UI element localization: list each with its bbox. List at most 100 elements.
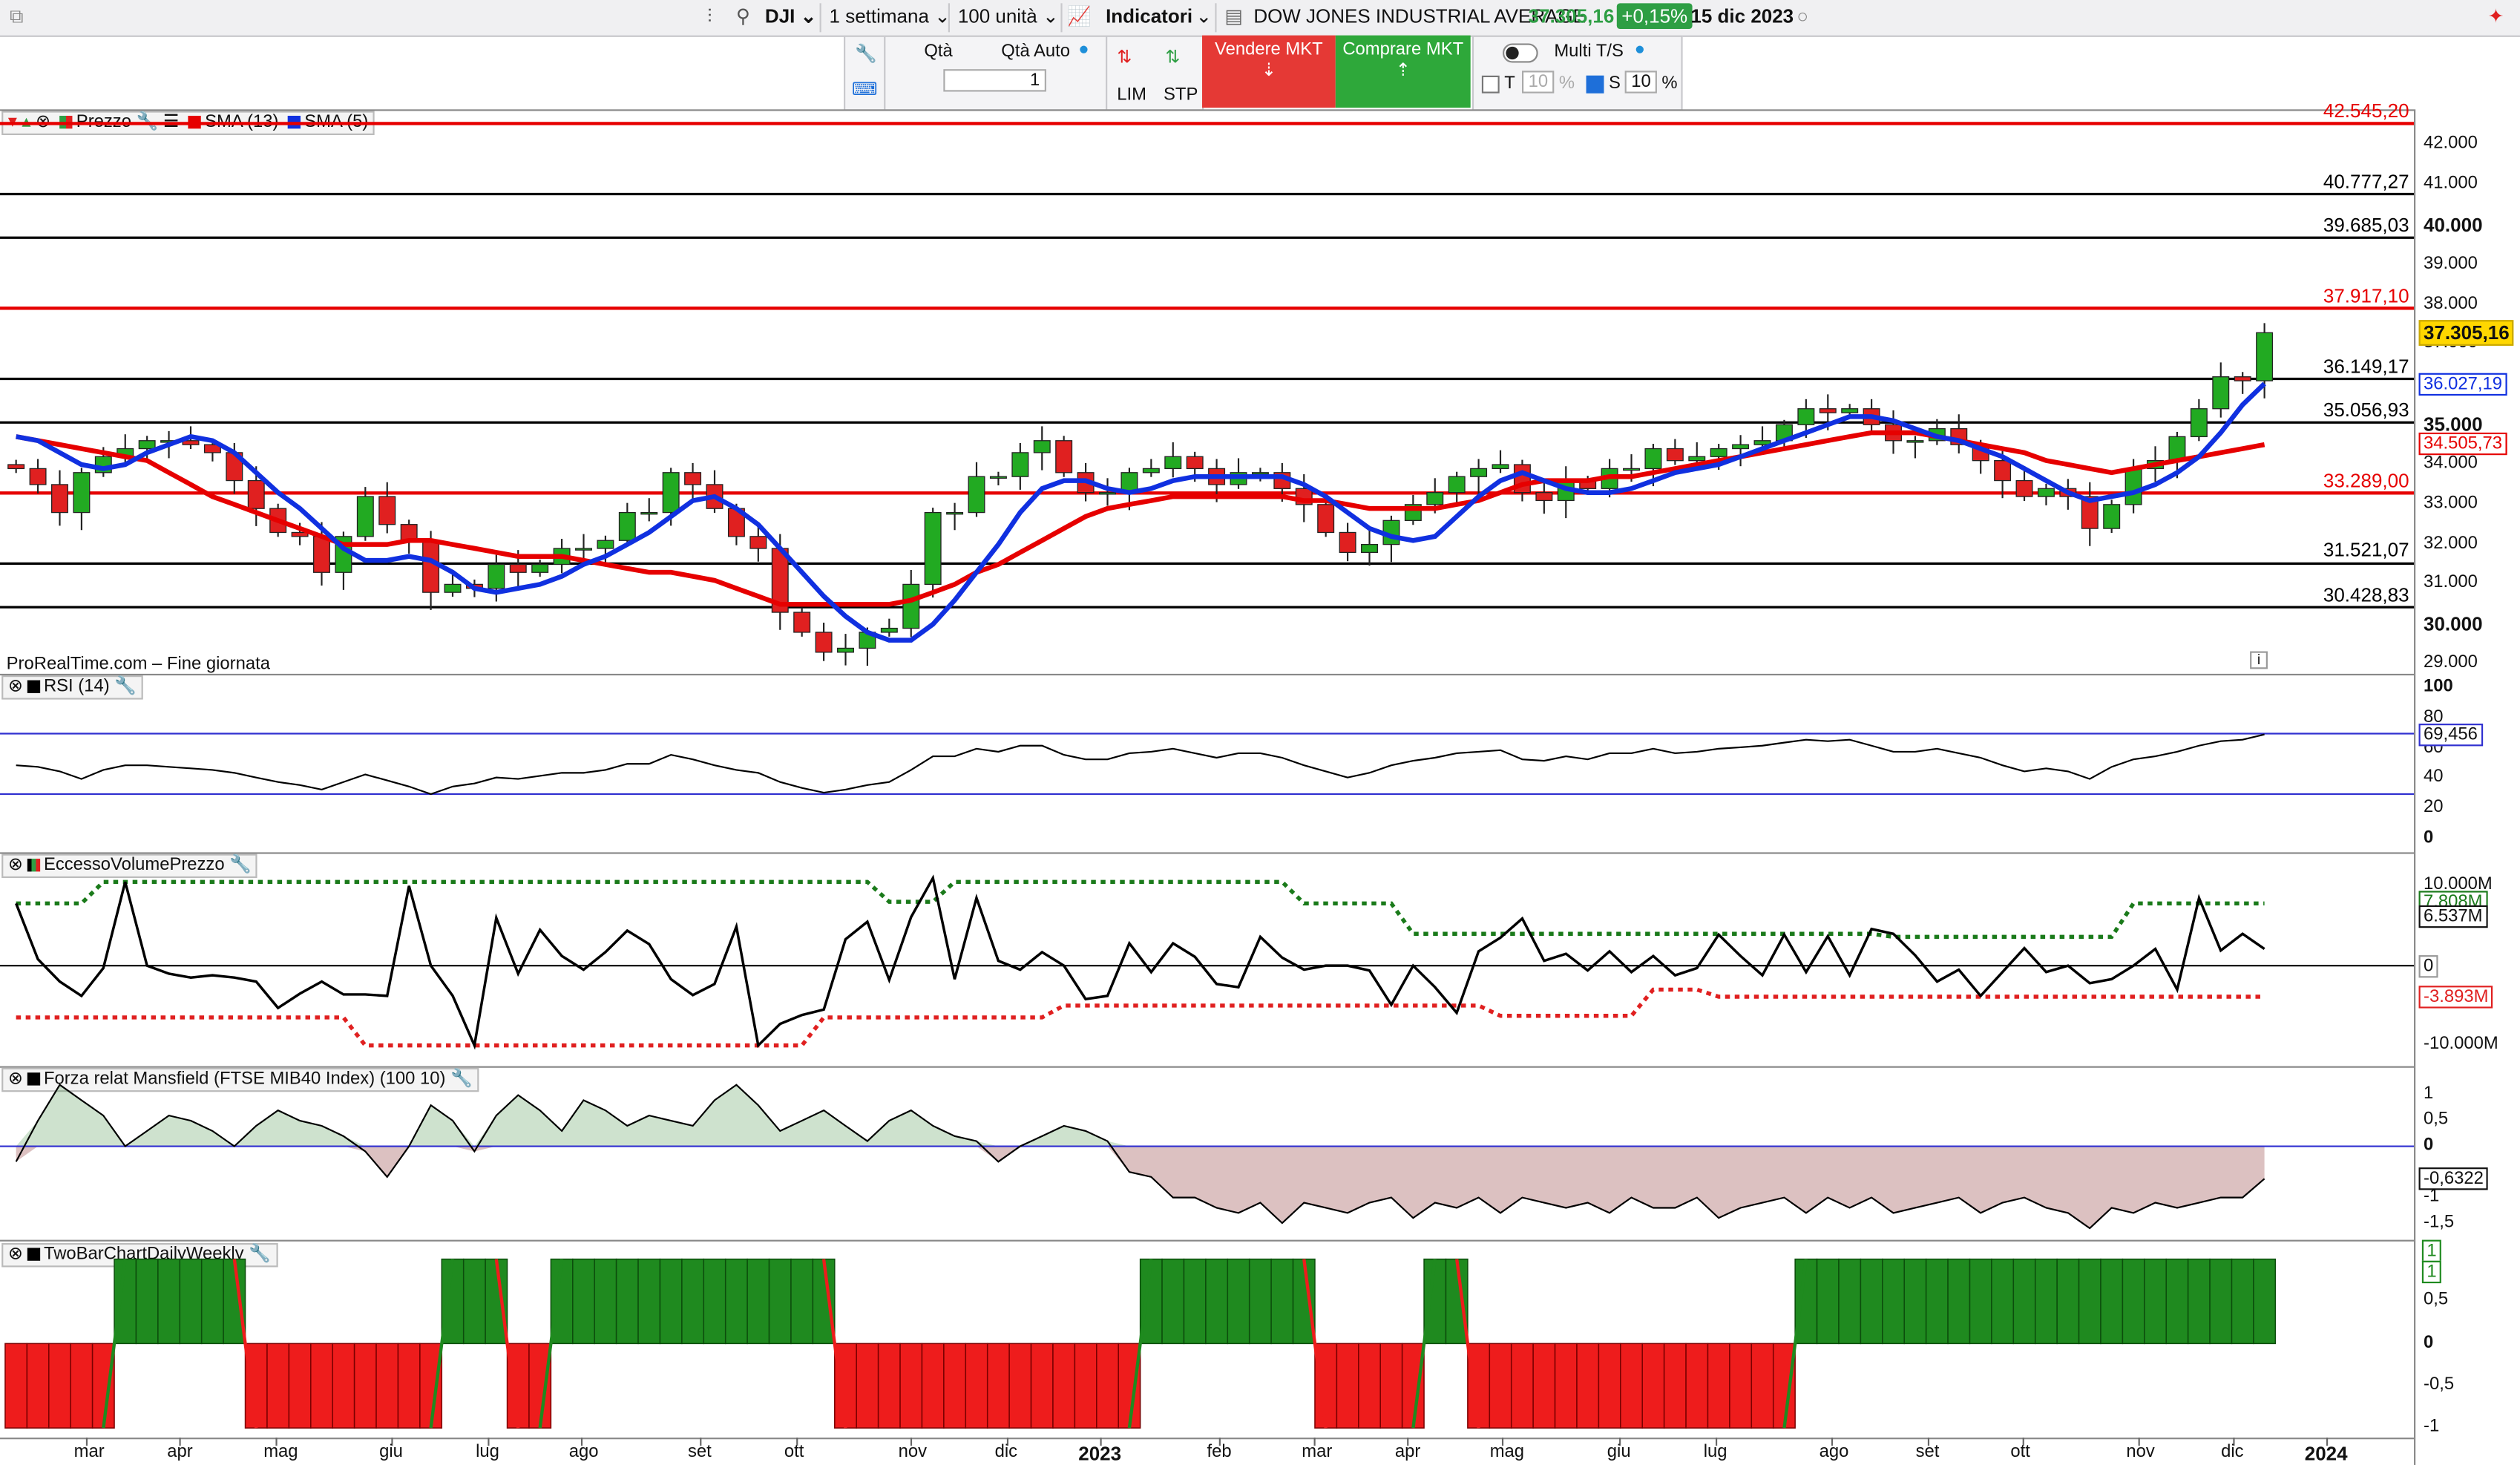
month-label: mar	[1302, 1442, 1333, 1462]
twobar-bar	[1641, 1343, 1665, 1429]
twobar-bar	[637, 1258, 661, 1345]
candle-body	[837, 647, 854, 653]
twobar-bar	[1445, 1258, 1469, 1345]
candle-body	[1732, 444, 1750, 450]
level-label: 35.056,93	[2323, 398, 2409, 421]
candle-body	[29, 468, 47, 485]
twobar-bar	[856, 1343, 879, 1429]
candle-body	[2015, 479, 2033, 497]
rsi-axis-tick: 40	[2424, 767, 2444, 787]
twobar-bar	[2122, 1258, 2145, 1345]
candle-body	[1906, 440, 1924, 443]
twobar-bar	[506, 1343, 530, 1429]
month-label: ott	[784, 1442, 804, 1462]
candle-body	[1251, 472, 1269, 475]
level-label: 37.917,10	[2323, 284, 2409, 307]
level-label: 31.521,07	[2323, 539, 2409, 563]
candle-body	[684, 472, 702, 485]
candle-body	[968, 476, 985, 514]
price-axis-tick: 29.000	[2424, 652, 2478, 672]
price-axis-tick: 38.000	[2424, 293, 2478, 313]
sma13-tag: 34.505,73	[2418, 433, 2507, 456]
rsi-tag: 69,456	[2418, 723, 2483, 746]
month-label: 2024	[2304, 1442, 2348, 1465]
twobar-bar	[1183, 1258, 1207, 1345]
candle-body	[531, 563, 549, 573]
twobar-bar	[26, 1343, 50, 1429]
twobar-bar	[1096, 1343, 1119, 1429]
twobar-bar	[747, 1258, 770, 1345]
twobar-bar	[1663, 1343, 1687, 1429]
rsi-axis-tick: 100	[2424, 677, 2453, 697]
twobar-bar	[1794, 1258, 1818, 1345]
twobar-axis-tick: 0	[2424, 1332, 2434, 1352]
rsi-axis-tick: 0	[2424, 827, 2434, 848]
twobar-bar	[1903, 1258, 1927, 1345]
mansfield-tag: -0,6322	[2418, 1167, 2489, 1190]
evp-line	[15, 874, 2265, 1050]
level-label: 36.149,17	[2323, 354, 2409, 378]
sma13-line	[16, 430, 2265, 607]
twobar-bar	[812, 1258, 836, 1345]
candle-body	[989, 476, 1007, 479]
twobar-bar	[1991, 1258, 2015, 1345]
candle-body	[1688, 456, 1706, 462]
candle-body	[422, 540, 440, 593]
rsi-line	[16, 733, 2265, 796]
month-label: dic	[994, 1442, 1018, 1462]
candle-body	[1492, 464, 1509, 470]
candle-body	[793, 612, 811, 633]
evp-upper-band	[16, 879, 2265, 940]
level-label: 40.777,27	[2323, 170, 2409, 193]
twobar-bar	[1379, 1343, 1403, 1429]
chart-canvas[interactable]	[0, 0, 2520, 1465]
month-label: lug	[1703, 1442, 1727, 1462]
month-label: dic	[2221, 1442, 2244, 1462]
twobar-bar	[1205, 1258, 1229, 1345]
twobar-bar	[70, 1343, 93, 1429]
twobar-bar	[2144, 1258, 2167, 1345]
twobar-bar	[353, 1343, 377, 1429]
candle-body	[313, 536, 330, 573]
twobar-bar	[332, 1343, 355, 1429]
candle-body	[1470, 468, 1488, 477]
candle-body	[597, 540, 614, 549]
twobar-bar	[1707, 1343, 1730, 1429]
twobar-bar	[921, 1343, 945, 1429]
candle-body	[138, 440, 156, 450]
candle-body	[2037, 488, 2055, 497]
twobar-bar	[288, 1343, 312, 1429]
twobar-tag-b: 1	[2421, 1260, 2442, 1284]
twobar-bar	[2056, 1258, 2080, 1345]
candle-body	[1317, 504, 1335, 534]
twobar-bar	[1489, 1343, 1512, 1429]
price-axis-tick: 40.000	[2424, 214, 2483, 237]
twobar-bar	[1554, 1343, 1578, 1429]
twobar-bar	[1532, 1343, 1556, 1429]
candle-body	[902, 583, 920, 629]
twobar-bar	[244, 1343, 268, 1429]
candle-body	[1164, 456, 1182, 470]
twobar-bar	[681, 1258, 705, 1345]
candle-body	[924, 511, 942, 586]
mansfield-axis-tick: 1	[2424, 1084, 2434, 1104]
twobar-bar	[834, 1343, 857, 1429]
candle-body	[946, 511, 964, 515]
twobar-bar	[397, 1343, 421, 1429]
evp-axis-tick: -10.000M	[2424, 1034, 2498, 1054]
candle-body	[2190, 408, 2208, 438]
candle-body	[1841, 408, 1859, 413]
twobar-bar	[1139, 1258, 1163, 1345]
level-label: 42.545,20	[2323, 99, 2409, 122]
twobar-bar	[1052, 1343, 1076, 1429]
price-axis-tick: 42.000	[2424, 134, 2478, 154]
twobar-bar	[1685, 1343, 1709, 1429]
candle-body	[51, 484, 68, 514]
twobar-bar	[1008, 1343, 1032, 1429]
twobar-bar	[1270, 1258, 1294, 1345]
mansfield-axis-tick: 0	[2424, 1135, 2434, 1155]
month-label: mag	[263, 1442, 298, 1462]
mansfield-positive-fill	[16, 1084, 2265, 1147]
twobar-axis-tick: -0,5	[2424, 1374, 2455, 1394]
candle-body	[1623, 468, 1640, 471]
